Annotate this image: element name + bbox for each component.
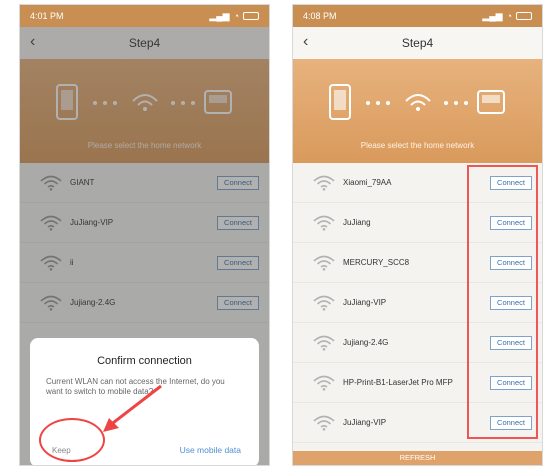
wifi-icon <box>313 295 335 311</box>
banner-text: Please select the home network <box>360 141 475 150</box>
signal-icon: ▂▄▆ <box>482 10 503 21</box>
wifi-icon <box>313 215 335 231</box>
battery-icon <box>243 12 259 20</box>
phone-wifi-router-illustration <box>329 84 505 120</box>
status-bar: 4:08 PM ▂▄▆ ◔ <box>293 5 542 27</box>
wifi-status-icon: ◔ <box>233 11 239 21</box>
wifi-icon <box>313 335 335 351</box>
wifi-icon <box>313 415 335 431</box>
wifi-icon <box>313 175 335 191</box>
connect-column-highlight <box>467 165 538 439</box>
status-time: 4:01 PM <box>30 11 64 21</box>
page-title: Step4 <box>401 36 434 50</box>
wifi-status-icon: ◔ <box>506 11 512 21</box>
annotation-circle <box>39 418 105 462</box>
status-bar: 4:01 PM ▂▄▆ ◔ <box>20 5 269 27</box>
wifi-icon <box>313 375 335 391</box>
phone-screen-right: 4:08 PM ▂▄▆ ◔ ‹ Step4 Please select the … <box>292 4 543 466</box>
battery-icon <box>516 12 532 20</box>
wifi-icon <box>313 255 335 271</box>
nav-bar: ‹ Step4 <box>293 27 542 59</box>
dialog-title: Confirm connection <box>97 355 192 367</box>
signal-icon: ▂▄▆ <box>209 10 230 21</box>
network-banner: Please select the home network <box>293 59 542 163</box>
use-mobile-data-button[interactable]: Use mobile data <box>180 445 241 455</box>
refresh-button[interactable]: REFRESH <box>293 451 542 465</box>
back-arrow-icon[interactable]: ‹ <box>303 33 308 51</box>
annotation-arrow-icon <box>103 384 162 432</box>
status-time: 4:08 PM <box>303 11 337 21</box>
